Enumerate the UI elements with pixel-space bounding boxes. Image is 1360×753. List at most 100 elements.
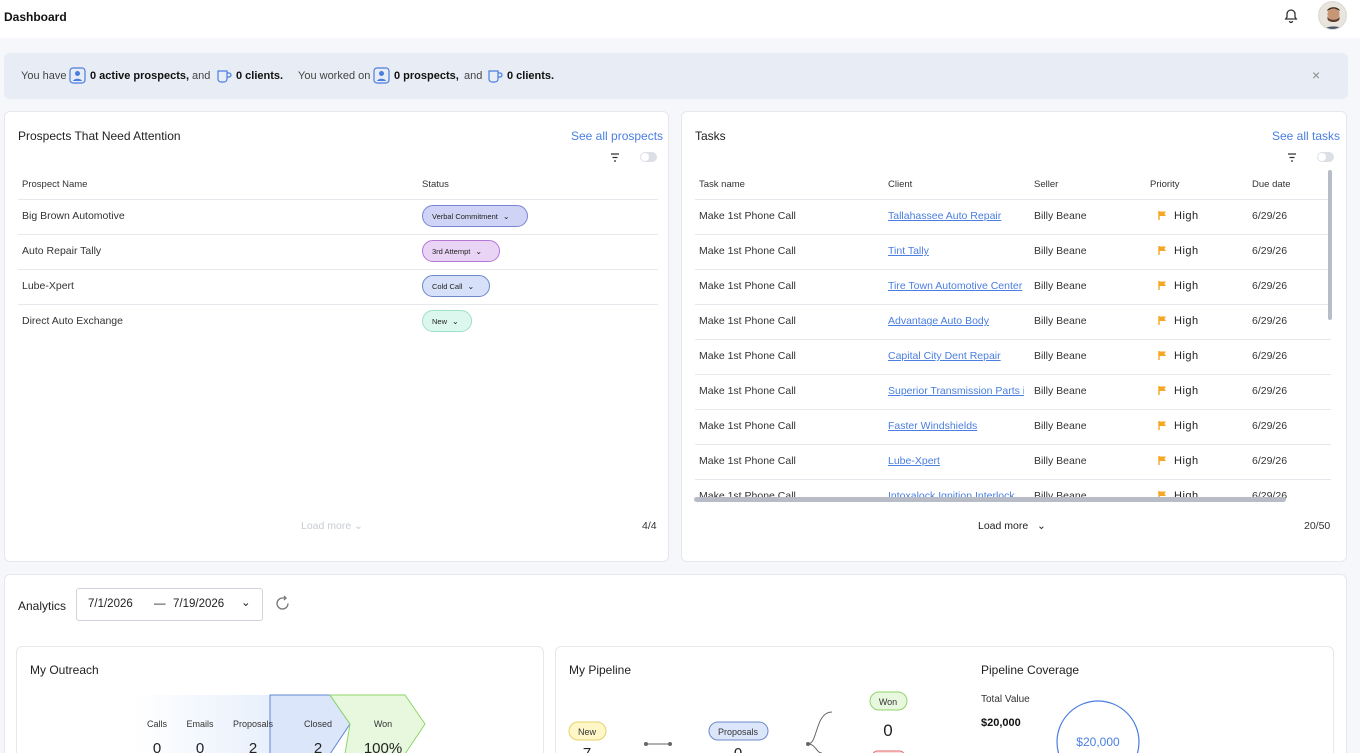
stage-label: Calls bbox=[147, 719, 168, 729]
due-date: 6/29/26 bbox=[1252, 210, 1288, 222]
date-range-picker[interactable]: 7/1/2026 — 7/19/2026 ⌄ bbox=[76, 588, 263, 621]
proposals-value: 0 bbox=[734, 745, 742, 753]
banner-worked-on: You worked on bbox=[298, 70, 371, 82]
task-name-link[interactable]: Make 1st Phone Call bbox=[699, 210, 796, 222]
horizontal-scrollbar[interactable] bbox=[694, 497, 1286, 502]
top-bar: Dashboard bbox=[0, 0, 1360, 38]
due-date: 6/29/26 bbox=[1252, 350, 1288, 362]
row-divider bbox=[695, 374, 1331, 375]
due-date: 6/29/26 bbox=[1252, 315, 1288, 327]
seller-name: Billy Beane bbox=[1034, 350, 1087, 362]
chevron-down-icon: ⌄ bbox=[475, 246, 483, 256]
due-date: 6/29/26 bbox=[1252, 245, 1288, 257]
priority-label: High bbox=[1174, 455, 1199, 467]
flag-icon bbox=[1158, 421, 1166, 430]
prospect-icon bbox=[373, 67, 390, 84]
load-more-button[interactable]: Load more ⌄ bbox=[978, 520, 1046, 532]
prospect-name[interactable]: Direct Auto Exchange bbox=[22, 315, 123, 327]
pipeline-diagram: New 7 Proposals 0 Won 0 bbox=[568, 691, 908, 753]
priority-cell: High bbox=[1158, 385, 1199, 397]
tasks-card: Tasks See all tasks Task name Client Sel… bbox=[681, 111, 1347, 562]
task-name-link[interactable]: Make 1st Phone Call bbox=[699, 455, 796, 467]
seller-name: Billy Beane bbox=[1034, 280, 1087, 292]
priority-label: High bbox=[1174, 420, 1199, 432]
see-all-prospects-link[interactable]: See all prospects bbox=[571, 129, 663, 143]
prospect-name[interactable]: Auto Repair Tally bbox=[22, 245, 101, 257]
prospect-name[interactable]: Big Brown Automotive bbox=[22, 210, 125, 222]
status-dropdown[interactable]: Verbal Commitment ⌄ bbox=[422, 205, 528, 227]
task-name-link[interactable]: Make 1st Phone Call bbox=[699, 315, 796, 327]
priority-label: High bbox=[1174, 280, 1199, 292]
proposals-label: Proposals bbox=[718, 727, 759, 737]
won-value: 0 bbox=[883, 721, 892, 740]
coverage-title: Pipeline Coverage bbox=[981, 663, 1080, 677]
analytics-title: Analytics bbox=[18, 599, 67, 613]
flag-icon bbox=[1158, 211, 1166, 220]
row-divider bbox=[695, 339, 1331, 340]
filter-icon[interactable] bbox=[1287, 153, 1297, 162]
row-divider bbox=[695, 444, 1331, 445]
worked-prospects-count: 0 prospects, bbox=[394, 70, 459, 82]
row-divider bbox=[695, 234, 1331, 235]
stage-value: 2 bbox=[249, 740, 257, 753]
priority-cell: High bbox=[1158, 280, 1199, 292]
close-icon[interactable]: × bbox=[1312, 67, 1320, 83]
task-name-link[interactable]: Make 1st Phone Call bbox=[699, 280, 796, 292]
prospects-card: Prospects That Need Attention See all pr… bbox=[4, 111, 669, 562]
page-title: Dashboard bbox=[4, 10, 67, 24]
seller-name: Billy Beane bbox=[1034, 210, 1087, 222]
avatar[interactable] bbox=[1318, 1, 1347, 30]
client-link[interactable]: Faster Windshields bbox=[888, 420, 1024, 432]
status-dropdown[interactable]: Cold Call ⌄ bbox=[422, 275, 490, 297]
task-name-link[interactable]: Make 1st Phone Call bbox=[699, 385, 796, 397]
flag-icon bbox=[1158, 351, 1166, 360]
bell-icon[interactable] bbox=[1283, 8, 1299, 24]
due-date: 6/29/26 bbox=[1252, 455, 1288, 467]
chevron-down-icon: ⌄ bbox=[452, 316, 459, 326]
chevron-down-icon: ⌄ bbox=[467, 281, 475, 291]
see-all-tasks-link[interactable]: See all tasks bbox=[1272, 129, 1340, 143]
col-priority: Priority bbox=[1150, 179, 1180, 190]
client-link[interactable]: Advantage Auto Body bbox=[888, 315, 1024, 327]
client-link[interactable]: Lube-Xpert bbox=[888, 455, 1024, 467]
client-link[interactable]: Tint Tally bbox=[888, 245, 1024, 257]
date-to: 7/19/2026 bbox=[173, 598, 225, 610]
filter-icon[interactable] bbox=[610, 153, 620, 162]
client-icon bbox=[488, 70, 503, 83]
date-separator: — bbox=[154, 598, 166, 610]
task-name-link[interactable]: Make 1st Phone Call bbox=[699, 420, 796, 432]
stage-value: 0 bbox=[153, 740, 161, 753]
stage-label: Proposals bbox=[233, 719, 274, 729]
client-link[interactable]: Capital City Dent Repair bbox=[888, 350, 1024, 362]
task-name-link[interactable]: Make 1st Phone Call bbox=[699, 245, 796, 257]
active-prospects-count: 0 active prospects, bbox=[90, 70, 190, 82]
stage-label: Emails bbox=[186, 719, 214, 729]
clients-count: 0 clients. bbox=[236, 70, 284, 82]
client-link[interactable]: Tire Town Automotive Center bbox=[888, 280, 1024, 292]
due-date: 6/29/26 bbox=[1252, 420, 1288, 432]
task-name-link[interactable]: Make 1st Phone Call bbox=[699, 350, 796, 362]
status-dropdown[interactable]: New ⌄ bbox=[422, 310, 472, 332]
row-divider bbox=[695, 269, 1331, 270]
seller-name: Billy Beane bbox=[1034, 315, 1087, 327]
prospect-name[interactable]: Lube-Xpert bbox=[22, 280, 74, 292]
toggle-switch[interactable] bbox=[640, 152, 657, 162]
stage-value: 100% bbox=[364, 740, 402, 753]
refresh-icon[interactable] bbox=[274, 595, 291, 612]
load-more-button[interactable]: Load more ⌄ bbox=[301, 520, 363, 532]
vertical-scrollbar[interactable] bbox=[1328, 170, 1332, 320]
priority-cell: High bbox=[1158, 455, 1199, 467]
client-link[interactable]: Tallahassee Auto Repair bbox=[888, 210, 1024, 222]
activity-banner: You have 0 active prospects, and 0 clien… bbox=[4, 53, 1348, 99]
status-dropdown[interactable]: 3rd Attempt ⌄ bbox=[422, 240, 500, 262]
client-icon bbox=[217, 70, 232, 83]
priority-label: High bbox=[1174, 350, 1199, 362]
priority-cell: High bbox=[1158, 245, 1199, 257]
toggle-switch[interactable] bbox=[1317, 152, 1334, 162]
seller-name: Billy Beane bbox=[1034, 455, 1087, 467]
outreach-title: My Outreach bbox=[30, 663, 99, 677]
new-value: 7 bbox=[583, 745, 591, 753]
stage-value: 2 bbox=[314, 740, 322, 753]
banner-and: and bbox=[192, 70, 211, 82]
client-link[interactable]: Superior Transmission Parts i... bbox=[888, 385, 1024, 397]
